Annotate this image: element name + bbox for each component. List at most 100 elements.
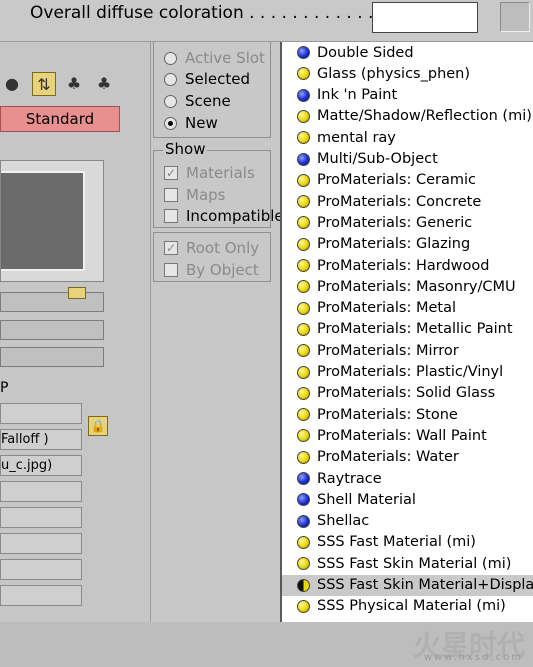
- material-preview: [1, 171, 85, 271]
- radio-button[interactable]: [164, 94, 177, 108]
- list-item[interactable]: ProMaterials: Water: [282, 447, 533, 468]
- map-field[interactable]: [0, 403, 82, 424]
- list-item[interactable]: SSS Fast Material (mi): [282, 532, 533, 553]
- map-field[interactable]: [0, 559, 82, 580]
- show-group-title: Show: [163, 140, 208, 158]
- checkbox-incompatible[interactable]: Incompatible: [164, 206, 284, 226]
- radio-scene[interactable]: Scene: [164, 91, 231, 111]
- checkbox-materials[interactable]: ✓ Materials: [164, 163, 255, 183]
- checkbox-maps[interactable]: Maps: [164, 185, 225, 205]
- list-item[interactable]: SSS Physical Material (mi): [282, 596, 533, 617]
- yellow-sphere-icon: [297, 386, 310, 400]
- list-item[interactable]: ProMaterials: Metallic Paint: [282, 319, 533, 340]
- list-item[interactable]: Matte/Shadow/Reflection (mi): [282, 106, 533, 127]
- list-item[interactable]: Raytrace: [282, 468, 533, 489]
- radio-button[interactable]: [164, 72, 177, 86]
- list-item[interactable]: ProMaterials: Mirror: [282, 340, 533, 361]
- blue-sphere-icon: [297, 493, 310, 507]
- map-slot[interactable]: [0, 347, 104, 367]
- checkbox-label: Materials: [186, 164, 255, 182]
- list-item[interactable]: Ink 'n Paint: [282, 85, 533, 106]
- list-item[interactable]: ProMaterials: Stone: [282, 404, 533, 425]
- radio-button[interactable]: [164, 51, 177, 65]
- yellow-sphere-icon: [297, 67, 310, 81]
- list-item-label: ProMaterials: Solid Glass: [317, 385, 496, 402]
- list-item-label: Multi/Sub-Object: [317, 151, 438, 167]
- lock-icon[interactable]: [68, 287, 86, 299]
- go-parent-icon[interactable]: ♣: [62, 72, 86, 96]
- list-item[interactable]: ProMaterials: Generic: [282, 212, 533, 233]
- checkbox[interactable]: ✓: [164, 241, 178, 255]
- lock-icon[interactable]: 🔒: [88, 416, 108, 436]
- diffuse-color-swatch[interactable]: [372, 2, 478, 33]
- list-item-label: ProMaterials: Wall Paint: [317, 427, 487, 444]
- list-item[interactable]: ProMaterials: Wall Paint: [282, 425, 533, 446]
- diffuse-map-button[interactable]: [500, 2, 530, 32]
- checkbox[interactable]: [164, 263, 178, 277]
- checkbox-by-object[interactable]: By Object: [164, 260, 259, 280]
- map-field-falloff[interactable]: Falloff ): [0, 429, 82, 450]
- map-field[interactable]: [0, 507, 82, 528]
- checkbox-root-only[interactable]: ✓ Root Only: [164, 238, 259, 258]
- list-item[interactable]: Multi/Sub-Object: [282, 149, 533, 170]
- list-item[interactable]: SSS Fast Skin Material+Displace (mi): [282, 574, 533, 596]
- list-item-label: ProMaterials: Generic: [317, 214, 473, 231]
- list-item[interactable]: ProMaterials: Solid Glass: [282, 383, 533, 404]
- sphere-icon[interactable]: ●: [0, 72, 24, 96]
- list-item-label: Double Sided: [317, 44, 414, 61]
- browse-panel: Active Slot Selected Scene New ✓ Materia…: [150, 42, 284, 622]
- go-sibling-icon[interactable]: ♣: [92, 72, 116, 96]
- checkbox[interactable]: [164, 188, 178, 202]
- blue-sphere-icon: [297, 46, 310, 59]
- checkbox[interactable]: ✓: [164, 166, 178, 180]
- radio-active-slot[interactable]: Active Slot: [164, 48, 265, 68]
- list-item[interactable]: ProMaterials: Plastic/Vinyl: [282, 362, 533, 383]
- list-item[interactable]: ProMaterials: Masonry/CMU: [282, 276, 533, 297]
- map-slot[interactable]: [0, 292, 104, 312]
- list-item[interactable]: ProMaterials: Concrete: [282, 191, 533, 212]
- list-item[interactable]: ProMaterials: Ceramic: [282, 170, 533, 191]
- list-item-label: SSS Fast Material (mi): [317, 534, 476, 551]
- list-item-label: ProMaterials: Metal: [317, 300, 456, 317]
- list-item-label: ProMaterials: Water: [317, 449, 459, 466]
- list-item-label: ProMaterials: Ceramic: [317, 172, 476, 189]
- material-preview-frame: [0, 160, 104, 282]
- list-item-label: Raytrace: [317, 470, 382, 487]
- show-group: ✓ Materials Maps Incompatible: [153, 150, 284, 228]
- radio-new[interactable]: New: [164, 113, 218, 133]
- yellow-sphere-icon: [297, 109, 310, 123]
- radio-selected[interactable]: Selected: [164, 69, 250, 89]
- material-list[interactable]: Double Sided Glass (physics_phen) Ink 'n P…: [280, 42, 533, 622]
- diffuse-label: Overall diffuse coloration . . . . . . .…: [30, 3, 385, 23]
- list-item-label: ProMaterials: Stone: [317, 406, 458, 423]
- list-item[interactable]: ProMaterials: Glazing: [282, 234, 533, 255]
- checkbox[interactable]: [164, 209, 178, 223]
- show-end-result-icon[interactable]: ⇅: [32, 72, 56, 96]
- map-field[interactable]: [0, 481, 82, 502]
- yellow-sphere-icon: [297, 216, 310, 230]
- list-item[interactable]: Shell Material: [282, 489, 533, 510]
- blue-sphere-icon: [297, 514, 310, 528]
- list-item[interactable]: Shellac: [282, 511, 533, 532]
- material-type-button[interactable]: Standard: [0, 106, 120, 132]
- list-item[interactable]: Glass (physics_phen): [282, 63, 533, 84]
- radio-button[interactable]: [164, 116, 177, 130]
- half-sphere-icon: [297, 578, 310, 592]
- list-item-label: mental ray: [317, 129, 396, 146]
- list-item-label: ProMaterials: Metallic Paint: [317, 321, 513, 338]
- list-item[interactable]: ProMaterials: Metal: [282, 298, 533, 319]
- list-item[interactable]: ProMaterials: Hardwood: [282, 255, 533, 276]
- list-item[interactable]: SSS Fast Skin Material (mi): [282, 553, 533, 574]
- yellow-sphere-icon: [297, 173, 310, 187]
- yellow-sphere-icon: [297, 535, 310, 549]
- radio-label: New: [185, 114, 218, 132]
- map-field-bitmap[interactable]: u_c.jpg): [0, 455, 82, 476]
- list-item-label: ProMaterials: Concrete: [317, 193, 482, 210]
- list-item[interactable]: mental ray: [282, 127, 533, 148]
- watermark-url: www.hxsd.com: [423, 652, 523, 663]
- list-item[interactable]: Double Sided: [282, 42, 533, 63]
- map-slot[interactable]: [0, 320, 104, 340]
- checkbox-label: Maps: [186, 186, 226, 204]
- map-field[interactable]: [0, 533, 82, 554]
- map-field[interactable]: [0, 585, 82, 606]
